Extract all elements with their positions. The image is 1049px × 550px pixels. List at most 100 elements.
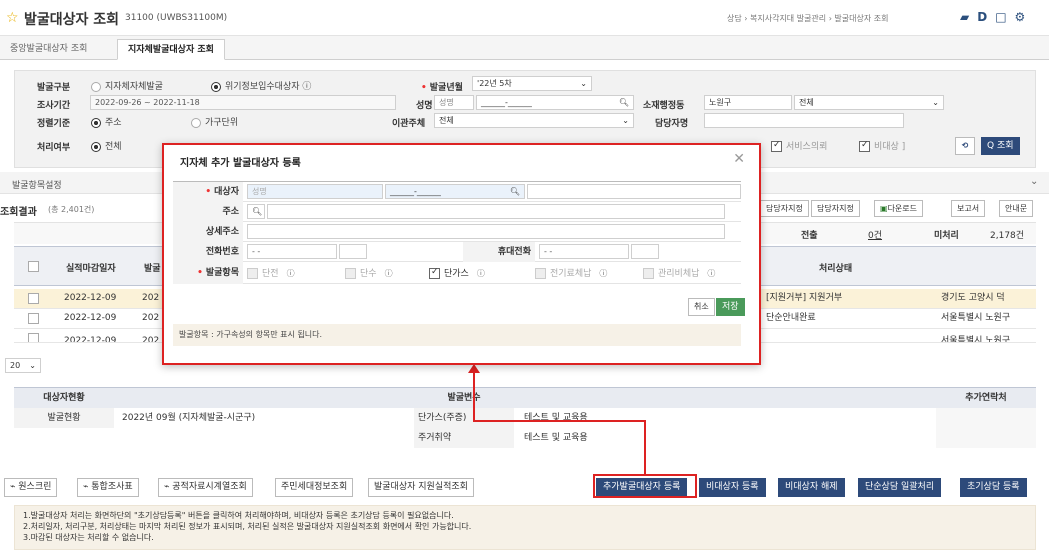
row-date: 2022-12-09 — [64, 293, 117, 303]
detail-address-input[interactable] — [247, 224, 725, 239]
item-gas[interactable]: 단가스ⓘ — [429, 266, 491, 279]
transfer-select[interactable]: 전체 ⌄ — [434, 113, 634, 128]
reset-icon[interactable]: ⟲ — [955, 137, 975, 155]
row-status: 단순안내완료 — [766, 313, 816, 323]
select-all-checkbox[interactable] — [28, 261, 39, 272]
result-count: (총 2,401건) — [48, 205, 95, 214]
row-checkbox[interactable] — [28, 293, 39, 304]
support-record-button[interactable]: 발굴대상자 지원실적조회 — [368, 478, 474, 497]
region-select-2[interactable]: 전체 ⌄ — [794, 95, 944, 110]
target-name-input[interactable]: 성명 — [247, 184, 383, 199]
save-button[interactable]: 저장 — [716, 298, 745, 316]
summary-transfer-value[interactable]: 0건 — [868, 228, 882, 241]
nontarget-register-button[interactable]: 비대상자 등록 — [699, 478, 766, 497]
highlight-box — [593, 474, 697, 498]
favorite-star-icon[interactable]: ☆ — [6, 10, 19, 26]
help-icon: ⓘ — [286, 269, 295, 278]
search-button[interactable]: Q 조회 — [981, 137, 1020, 155]
nontarget-checkbox[interactable]: 비대상 ] — [859, 139, 905, 152]
variable-header: 발굴변수 — [414, 388, 514, 408]
cancel-button[interactable]: 취소 — [688, 298, 715, 316]
name-input[interactable]: 성명 — [434, 95, 474, 110]
mobile-ext-input[interactable] — [631, 244, 659, 259]
item-water[interactable]: 단수 ⓘ — [345, 266, 399, 279]
item-electricity[interactable]: 단전 ⓘ — [247, 266, 301, 279]
help-icon: ⓘ — [599, 269, 608, 278]
search-icon: 🔍︎ — [509, 187, 520, 196]
title-bar: ☆ 발굴대상자 조회 31100 (UWBS31100M) 상담 › 복지사각지… — [0, 0, 1049, 36]
household-info-button[interactable]: 주민세대정보조회 — [275, 478, 354, 497]
note-2: 2.처리일자, 처리구분, 처리상태는 마지막 처리된 정보가 표시되며, 처리… — [23, 522, 472, 531]
download-button[interactable]: ▣다운로드 — [874, 200, 924, 217]
row-date: 2022-12-09 — [64, 313, 117, 323]
settings-icon[interactable]: ⚙ — [1015, 10, 1026, 24]
target-extra-input[interactable] — [527, 184, 741, 199]
address-search-icon[interactable]: 🔍︎ — [247, 204, 265, 219]
tab-local[interactable]: 지자체발굴대상자 조회 — [117, 39, 225, 60]
service-checkbox[interactable]: 서비스의뢰 — [771, 139, 827, 152]
variable-2-value: 테스트 및 교육용 — [524, 433, 588, 443]
col-closing-date[interactable]: 실적마감일자 — [66, 261, 116, 274]
search-icon: 🔍︎ — [618, 98, 629, 107]
variable-1-value: 테스트 및 교육용 — [524, 413, 588, 423]
assign-manager-button-2[interactable]: 담당자지정 — [811, 200, 860, 217]
connector-line — [644, 420, 646, 474]
nontarget-release-button[interactable]: 비대상자 해제 — [778, 478, 845, 497]
extra-contact-cell — [936, 408, 1036, 448]
survey-button[interactable]: ⌁ 통합조사표 — [77, 478, 139, 497]
period-field[interactable]: 2022-09-26 ~ 2022-11-18 — [90, 95, 396, 110]
help-icon[interactable]: D — [977, 10, 987, 24]
item-maintenance-fee[interactable]: 관리비체납 ⓘ — [643, 266, 721, 279]
mobile-input[interactable]: - - — [539, 244, 629, 259]
item-electric-fee[interactable]: 전기료체납 ⓘ — [535, 266, 613, 279]
note-3: 3.마감된 대상자는 처리할 수 없습니다. — [23, 533, 154, 542]
id-input[interactable]: ______-______ 🔍︎ — [476, 95, 634, 110]
bookmark-icon[interactable]: ▰ — [960, 10, 969, 24]
sort-radio-addr[interactable]: 주소 — [91, 115, 122, 128]
gubun-radio-local[interactable]: 지자체자체발굴 — [91, 79, 163, 92]
row-address: 서울특별시 노원구 — [941, 336, 1011, 343]
variable-2-label: 주거취약 — [414, 428, 514, 448]
sort-radio-household[interactable]: 가구단위 — [191, 115, 238, 128]
address-input[interactable] — [267, 204, 725, 219]
public-data-button[interactable]: ⌁ 공적자료시계열조회 — [158, 478, 253, 497]
note-1: 1.발굴대상자 처리는 화면하단의 "초기상담등록" 버튼을 클릭하여 처리해야… — [23, 511, 454, 520]
chevron-down-icon: ⌄ — [932, 98, 939, 107]
region-select-1[interactable]: 노원구 — [704, 95, 792, 110]
close-icon[interactable]: ✕ — [733, 151, 745, 167]
window-icon[interactable]: □ — [995, 10, 1006, 24]
phone-row: 전화번호 - - 휴대전화 - - — [173, 242, 741, 262]
proc-radio-all[interactable]: 전체 — [91, 139, 122, 152]
summary-transfer-label: 전출 — [801, 231, 818, 241]
row-cut: 202 — [142, 313, 160, 323]
col-status[interactable]: 처리상태 — [819, 261, 852, 274]
manager-input[interactable] — [704, 113, 904, 128]
simple-consult-button[interactable]: 단순상담 일괄처리 — [858, 478, 942, 497]
target-id-input[interactable]: ______-______ 🔍︎ — [385, 184, 525, 199]
phone-ext-input[interactable] — [339, 244, 367, 259]
gubun-radio-crisis[interactable]: 위기정보입수대상자 ⓘ — [211, 79, 311, 92]
manager-label: 담당자명 — [655, 119, 689, 129]
phone-input[interactable]: - - — [247, 244, 337, 259]
chevron-down-icon: ⌄ — [29, 361, 36, 370]
initial-consult-button[interactable]: 초기상담 등록 — [960, 478, 1027, 497]
report-button[interactable]: 보고서 — [951, 200, 986, 217]
help-icon: ⓘ — [384, 269, 393, 278]
name-label: 성명 — [416, 101, 433, 111]
variable-1-label: 단가스(주증) — [414, 408, 514, 428]
page-size-select[interactable]: 20 ⌄ — [5, 358, 41, 373]
col-discovery[interactable]: 발굴 — [144, 261, 161, 274]
ym-select[interactable]: '22년 5차 ⌄ — [472, 76, 592, 91]
tab-central[interactable]: 중앙발굴대상자 조회 — [0, 39, 97, 60]
assign-manager-button-1[interactable]: 담당자지정 — [760, 200, 809, 217]
chevron-down-icon[interactable]: ⌄ — [1030, 176, 1038, 187]
period-label: 조사기간 — [37, 101, 71, 111]
discovery-status-label: 발굴현황 — [14, 408, 114, 428]
modal-form: • 대상자 성명 ______-______ 🔍︎ 주소 🔍︎ 상세주소 전화번호 … — [173, 181, 741, 284]
row-checkbox[interactable] — [28, 333, 39, 342]
notice-button[interactable]: 안내문 — [999, 200, 1034, 217]
onescreen-button[interactable]: ⌁ 원스크린 — [4, 478, 58, 497]
help-icon: ⓘ — [476, 269, 485, 278]
row-checkbox[interactable] — [28, 313, 39, 324]
address-label: 주소 — [173, 202, 243, 222]
